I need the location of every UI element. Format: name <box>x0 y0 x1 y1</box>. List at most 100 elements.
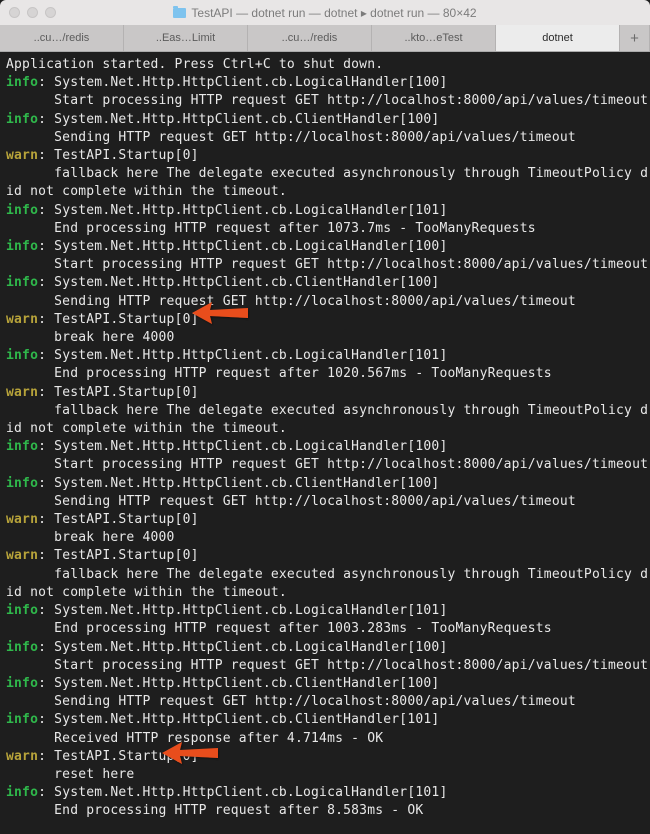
terminal-line: Start processing HTTP request GET http:/… <box>6 256 644 274</box>
warn-label: warn <box>6 385 38 400</box>
log-message: End processing HTTP request after 1073.7… <box>6 221 536 236</box>
log-message: Sending HTTP request GET http://localhos… <box>6 494 576 509</box>
terminal-line: Start processing HTTP request GET http:/… <box>6 92 644 110</box>
warn-label: warn <box>6 148 38 163</box>
info-label: info <box>6 203 38 218</box>
log-message: End processing HTTP request after 1003.2… <box>6 621 552 636</box>
window-title: TestAPI — dotnet run — dotnet ▸ dotnet r… <box>0 6 650 20</box>
log-message: Start processing HTTP request GET http:/… <box>6 257 648 272</box>
info-label: info <box>6 676 38 691</box>
terminal-line: info: System.Net.Http.HttpClient.cb.Logi… <box>6 238 644 256</box>
terminal-line: reset here <box>6 766 644 784</box>
log-source: : System.Net.Http.HttpClient.cb.LogicalH… <box>38 640 447 655</box>
log-source: : System.Net.Http.HttpClient.cb.ClientHa… <box>38 275 439 290</box>
warn-label: warn <box>6 512 38 527</box>
terminal-line: info: System.Net.Http.HttpClient.cb.Logi… <box>6 438 644 456</box>
terminal-line: End processing HTTP request after 1003.2… <box>6 620 644 638</box>
info-label: info <box>6 239 38 254</box>
terminal-line: info: System.Net.Http.HttpClient.cb.Clie… <box>6 675 644 693</box>
terminal-line: Start processing HTTP request GET http:/… <box>6 657 644 675</box>
terminal-line: Sending HTTP request GET http://localhos… <box>6 129 644 147</box>
log-message: fallback here The delegate executed asyn… <box>6 567 648 582</box>
log-message: Start processing HTTP request GET http:/… <box>6 457 648 472</box>
terminal[interactable]: Application started. Press Ctrl+C to shu… <box>0 52 650 834</box>
terminal-line: Start processing HTTP request GET http:/… <box>6 456 644 474</box>
info-label: info <box>6 75 38 90</box>
terminal-line: info: System.Net.Http.HttpClient.cb.Logi… <box>6 74 644 92</box>
warn-label: warn <box>6 312 38 327</box>
info-label: info <box>6 275 38 290</box>
terminal-line: warn: TestAPI.Startup[0] <box>6 384 644 402</box>
tab-4[interactable]: dotnet <box>496 25 620 51</box>
log-message: fallback here The delegate executed asyn… <box>6 403 648 418</box>
warn-label: warn <box>6 749 38 764</box>
log-message: Sending HTTP request GET http://localhos… <box>6 294 576 309</box>
log-text: Application started. Press Ctrl+C to shu… <box>6 57 383 72</box>
terminal-line: warn: TestAPI.Startup[0] <box>6 311 644 329</box>
terminal-line: info: System.Net.Http.HttpClient.cb.Logi… <box>6 347 644 365</box>
terminal-line: break here 4000 <box>6 529 644 547</box>
log-source: : System.Net.Http.HttpClient.cb.LogicalH… <box>38 203 447 218</box>
terminal-line: info: System.Net.Http.HttpClient.cb.Clie… <box>6 475 644 493</box>
zoom-icon[interactable] <box>45 7 56 18</box>
log-message: break here 4000 <box>6 530 175 545</box>
info-label: info <box>6 640 38 655</box>
terminal-line: info: System.Net.Http.HttpClient.cb.Clie… <box>6 111 644 129</box>
info-label: info <box>6 603 38 618</box>
close-icon[interactable] <box>9 7 20 18</box>
log-source: : TestAPI.Startup[0] <box>38 148 199 163</box>
log-message: break here 4000 <box>6 330 175 345</box>
terminal-line: warn: TestAPI.Startup[0] <box>6 147 644 165</box>
terminal-line: Sending HTTP request GET http://localhos… <box>6 493 644 511</box>
log-source: : System.Net.Http.HttpClient.cb.ClientHa… <box>38 712 439 727</box>
info-label: info <box>6 712 38 727</box>
terminal-line: id not complete within the timeout. <box>6 183 644 201</box>
terminal-line: Application started. Press Ctrl+C to shu… <box>6 56 644 74</box>
log-message: Sending HTTP request GET http://localhos… <box>6 694 576 709</box>
terminal-line: warn: TestAPI.Startup[0] <box>6 547 644 565</box>
log-source: : TestAPI.Startup[0] <box>38 749 199 764</box>
terminal-line: fallback here The delegate executed asyn… <box>6 402 644 420</box>
log-source: : System.Net.Http.HttpClient.cb.LogicalH… <box>38 239 447 254</box>
terminal-line: info: System.Net.Http.HttpClient.cb.Logi… <box>6 784 644 802</box>
log-source: : TestAPI.Startup[0] <box>38 548 199 563</box>
info-label: info <box>6 439 38 454</box>
terminal-line: fallback here The delegate executed asyn… <box>6 566 644 584</box>
log-text: id not complete within the timeout. <box>6 585 287 600</box>
log-message: Sending HTTP request GET http://localhos… <box>6 130 576 145</box>
tab-0[interactable]: ..cu…/redis <box>0 25 124 51</box>
log-message: Start processing HTTP request GET http:/… <box>6 658 648 673</box>
terminal-line: Received HTTP response after 4.714ms - O… <box>6 730 644 748</box>
log-text: id not complete within the timeout. <box>6 184 287 199</box>
terminal-line: info: System.Net.Http.HttpClient.cb.Clie… <box>6 274 644 292</box>
terminal-line: info: System.Net.Http.HttpClient.cb.Logi… <box>6 202 644 220</box>
log-message: End processing HTTP request after 8.583m… <box>6 803 423 818</box>
info-label: info <box>6 785 38 800</box>
tab-bar: ..cu…/redis..Eas…Limit..cu…/redis..kto…e… <box>0 25 650 52</box>
minimize-icon[interactable] <box>27 7 38 18</box>
log-message: End processing HTTP request after 1020.5… <box>6 366 552 381</box>
log-text: id not complete within the timeout. <box>6 421 287 436</box>
new-tab-button[interactable]: + <box>620 25 650 51</box>
log-message: Received HTTP response after 4.714ms - O… <box>6 731 383 746</box>
log-source: : System.Net.Http.HttpClient.cb.LogicalH… <box>38 75 447 90</box>
info-label: info <box>6 348 38 363</box>
log-source: : System.Net.Http.HttpClient.cb.LogicalH… <box>38 785 447 800</box>
log-source: : TestAPI.Startup[0] <box>38 512 199 527</box>
log-source: : TestAPI.Startup[0] <box>38 312 199 327</box>
terminal-line: End processing HTTP request after 1020.5… <box>6 365 644 383</box>
info-label: info <box>6 476 38 491</box>
terminal-line: fallback here The delegate executed asyn… <box>6 165 644 183</box>
tab-3[interactable]: ..kto…eTest <box>372 25 496 51</box>
terminal-line: End processing HTTP request after 1073.7… <box>6 220 644 238</box>
terminal-line: break here 4000 <box>6 329 644 347</box>
terminal-line: End processing HTTP request after 8.583m… <box>6 802 644 820</box>
terminal-line: info: System.Net.Http.HttpClient.cb.Logi… <box>6 602 644 620</box>
log-source: : System.Net.Http.HttpClient.cb.ClientHa… <box>38 476 439 491</box>
terminal-line: warn: TestAPI.Startup[0] <box>6 748 644 766</box>
log-source: : System.Net.Http.HttpClient.cb.ClientHa… <box>38 112 439 127</box>
tab-1[interactable]: ..Eas…Limit <box>124 25 248 51</box>
tab-2[interactable]: ..cu…/redis <box>248 25 372 51</box>
log-source: : System.Net.Http.HttpClient.cb.LogicalH… <box>38 439 447 454</box>
info-label: info <box>6 112 38 127</box>
